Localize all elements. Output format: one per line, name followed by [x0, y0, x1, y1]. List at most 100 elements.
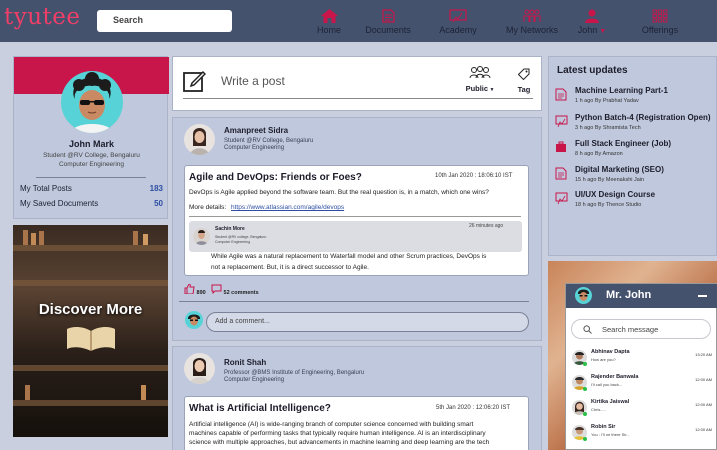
post-author-department: Computer Engineering: [224, 377, 285, 383]
divider: [179, 301, 529, 302]
reply-author[interactable]: Sachin More: [215, 226, 245, 232]
document-icon: [555, 88, 567, 101]
stat-saved-documents[interactable]: My Saved Documents 50: [20, 199, 163, 208]
online-indicator: [583, 387, 587, 391]
contact-time: 12:00 AM: [695, 377, 712, 382]
stat-total-posts[interactable]: My Total Posts 183: [20, 184, 163, 193]
reply-author-department: Computer Engineering: [215, 240, 251, 244]
thumbs-up-icon: [184, 283, 195, 295]
feed-post: Ronit Shah Professor @BMS Institute of E…: [172, 346, 542, 450]
comment-icon: [211, 284, 222, 295]
nav-academy-label: Academy: [439, 25, 477, 35]
latest-updates-title: Latest updates: [557, 65, 628, 76]
avatar[interactable]: [193, 228, 210, 245]
contact-name: Robin Sir: [591, 424, 616, 430]
post-timestamp: 5th Jan 2020 : 12:06:20 IST: [436, 405, 511, 411]
online-indicator: [583, 412, 587, 416]
nav-documents[interactable]: Documents: [361, 9, 415, 35]
discover-more-label: Discover More: [38, 301, 143, 318]
chevron-down-icon: ▼: [488, 87, 495, 93]
document-icon: [381, 9, 395, 23]
update-title: Digital Marketing (SEO): [575, 165, 664, 174]
contact-time: 12:00 AM: [695, 402, 712, 407]
like-button[interactable]: 890: [184, 283, 206, 296]
update-meta: 18 h ago By Thence Studio: [575, 202, 642, 208]
update-meta: 8 h ago By Amazon: [575, 151, 623, 157]
audience-public-button[interactable]: Public ▼: [465, 66, 495, 93]
home-icon: [320, 9, 338, 23]
avatar[interactable]: [61, 71, 123, 133]
reply-text-line: While Agile was a natural replacement to…: [211, 253, 487, 260]
post-author-institution: Student @RV College, Bengaluru: [224, 138, 314, 144]
post-body-line: science with multiple approaches, but ad…: [189, 439, 490, 446]
post-content-card: Agile and DevOps: Friends or Foes? 10th …: [184, 165, 529, 276]
contact-name: Abhinav Dapta: [591, 349, 630, 355]
discover-more-banner[interactable]: Discover More: [13, 225, 168, 437]
write-post-input[interactable]: Write a post: [221, 74, 285, 88]
update-title: UI/UX Design Course: [575, 190, 656, 199]
academy-icon: [449, 9, 467, 23]
reply-author-institution: Student @RV college, Bengaluru: [215, 235, 267, 239]
comments-button[interactable]: 52 comments: [211, 284, 259, 296]
contact-time: 12:00 AM: [695, 427, 712, 432]
grid-icon: [652, 9, 668, 23]
nav-offerings[interactable]: Offerings: [638, 9, 682, 35]
post-title[interactable]: Agile and DevOps: Friends or Foes?: [189, 172, 362, 183]
post-more-details-label: More details:: [189, 204, 227, 211]
chevron-down-icon: ▼: [597, 28, 607, 35]
post-author-institution: Professor @BMS Institute of Engineering,…: [224, 370, 365, 376]
contact-name: Rajender Banwala: [591, 374, 639, 380]
post-body: DevOps is Agile applied beyond the softw…: [189, 189, 489, 196]
chat-contact[interactable]: Kirtika Jaiswal Chris..... 12:00 AM: [572, 398, 714, 420]
tag-button[interactable]: Tag: [514, 67, 534, 94]
post-content-card: What is Artificial Intelligence? 5th Jan…: [184, 396, 529, 450]
search-icon: [583, 325, 592, 334]
update-meta: 3 h ago By Shramista Tech: [575, 125, 641, 131]
avatar[interactable]: [184, 353, 215, 384]
chat-contact[interactable]: Abhinav Dapta How are you? 13:20 AM: [572, 348, 714, 370]
profile-department: Computer Engineering: [58, 161, 125, 168]
contact-last-message: How are you?: [591, 357, 616, 362]
contact-name: Kirtika Jaiswal: [591, 399, 630, 405]
search-input[interactable]: Search: [97, 10, 232, 32]
chat-contact[interactable]: Robin Sir You : I'll ne there Sir... 12:…: [572, 423, 714, 445]
update-title: Full Stack Engineer (Job): [575, 139, 672, 148]
chat-search-input[interactable]: Search message: [571, 319, 711, 339]
stat-value: 183: [149, 184, 163, 193]
academy-icon: [555, 115, 568, 128]
minimize-icon[interactable]: [698, 295, 707, 297]
network-people-icon: [523, 9, 541, 22]
divider: [189, 216, 521, 217]
profile-card: John Mark Student @RV College, Bengaluru…: [13, 56, 169, 219]
nav-profile-menu[interactable]: John ▼: [574, 9, 610, 35]
online-indicator: [583, 437, 587, 441]
profile-name[interactable]: John Mark: [14, 139, 169, 149]
nav-home-label: Home: [316, 25, 341, 35]
post-composer[interactable]: Write a post Public ▼ Tag: [172, 56, 542, 111]
contact-last-message: You : I'll ne there Sir...: [591, 432, 630, 437]
nav-home[interactable]: Home: [312, 9, 346, 35]
add-comment-input[interactable]: Add a comment...: [206, 312, 529, 332]
latest-updates-panel: Latest updates Machine Learning Part-1 1…: [548, 56, 717, 256]
avatar[interactable]: [184, 124, 215, 155]
user-icon: [585, 9, 599, 23]
nav-documents-label: Documents: [365, 25, 411, 35]
document-icon: [555, 167, 567, 180]
contact-last-message: Chris.....: [591, 407, 606, 412]
brand-logo[interactable]: tyutee: [4, 4, 81, 30]
post-author-department: Computer Engineering: [224, 145, 285, 151]
nav-academy[interactable]: Academy: [434, 9, 482, 35]
comment-count: 52 comments: [223, 290, 259, 296]
update-meta: 15 h ago By Meenakshi Jain: [575, 177, 645, 183]
post-link[interactable]: https://www.atlassian.com/agile/devops: [231, 203, 344, 212]
profile-institution: Student @RV College, Bengaluru: [43, 152, 140, 159]
people-icon: [469, 66, 491, 79]
nav-my-networks[interactable]: My Networks: [503, 9, 561, 35]
post-title[interactable]: What is Artificial Intelligence?: [189, 403, 331, 414]
chat-contact[interactable]: Rajender Banwala I'll call you back... 1…: [572, 373, 714, 395]
post-author[interactable]: Ronit Shah: [224, 358, 266, 367]
academy-icon: [555, 192, 568, 205]
tag-icon: [517, 68, 530, 81]
post-author[interactable]: Amanpreet Sidra: [224, 126, 288, 135]
avatar: [185, 311, 203, 329]
